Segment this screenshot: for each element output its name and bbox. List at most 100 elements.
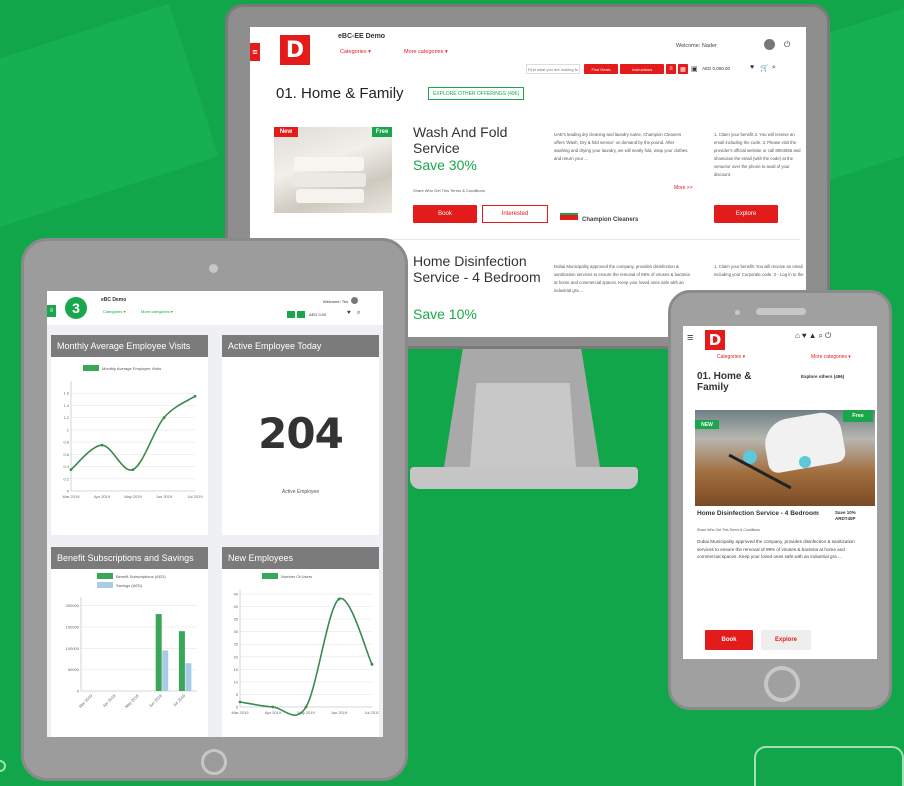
menu-toggle-button[interactable]: ≡ xyxy=(47,305,56,317)
explore-button[interactable]: Explore xyxy=(714,205,778,223)
interested-button[interactable]: Interested xyxy=(482,205,548,223)
provider-logo xyxy=(560,213,578,220)
phone-camera xyxy=(735,310,740,315)
y-tick-label: 0 xyxy=(77,689,80,694)
explore-others-link[interactable]: Explore others (496) xyxy=(801,374,844,379)
explore-offerings-button[interactable]: EXPLORE OTHER OFFERINGS (496) xyxy=(428,87,525,100)
filter-icon[interactable]: ≡ xyxy=(666,64,676,74)
y-tick-label: 20 xyxy=(234,654,239,659)
avatar[interactable] xyxy=(764,39,775,50)
tablet-header xyxy=(47,291,383,325)
categories-dropdown[interactable]: Categories ▾ xyxy=(340,49,371,55)
phone-home-button[interactable] xyxy=(764,666,800,702)
x-tick-label: Jul 2019 xyxy=(187,494,203,499)
y-tick-label: 1.4 xyxy=(63,403,69,408)
heart-icon[interactable]: ♥ xyxy=(347,310,351,316)
heart-icon[interactable]: ♥ xyxy=(750,64,754,71)
more-categories-dropdown[interactable]: More categories ▾ xyxy=(404,49,448,55)
offer-title[interactable]: Wash And Fold Service xyxy=(413,124,543,156)
free-badge: Free xyxy=(843,410,873,422)
instructions-button[interactable]: Instructions xyxy=(620,64,664,74)
offer-meta-links[interactable]: Share Who Get This Terms & Conditions xyxy=(413,188,485,193)
menu-toggle-button[interactable]: ≡ xyxy=(250,43,260,61)
x-tick-label: Jun 2019 xyxy=(331,710,348,715)
wallet-balance: AED 0.00 xyxy=(309,312,327,317)
app-title: eBC-EE Demo xyxy=(338,33,386,40)
visits-chart: Monthly Average Employee Visits 0 0.2 0.4 0.… xyxy=(63,365,203,499)
grid-icon[interactable]: ▦ xyxy=(678,64,688,74)
legend-swatch xyxy=(97,573,113,579)
bar xyxy=(185,663,192,691)
explore-button[interactable]: Explore xyxy=(761,630,811,650)
legend-swatch xyxy=(83,365,99,371)
data-point xyxy=(69,468,73,472)
y-tick-label: 45 xyxy=(234,592,239,597)
phone-speaker xyxy=(756,308,806,315)
visits-panel-title: Monthly Average Employee Visits xyxy=(51,335,208,357)
offer2-title[interactable]: Home Disinfection Service - 4 Bedroom xyxy=(413,253,543,285)
welcome-text: Welcome: Nader xyxy=(676,43,717,49)
y-tick-label: 40 xyxy=(234,604,239,609)
find-deals-button[interactable]: Find Deals xyxy=(584,64,618,74)
more-link[interactable]: More >> xyxy=(674,185,693,191)
data-point xyxy=(100,443,104,447)
book-button[interactable]: Book xyxy=(413,205,477,223)
x-tick-label: Apr 2019 xyxy=(94,494,111,499)
book-button[interactable]: Book xyxy=(705,630,753,650)
y-tick-label: 50000 xyxy=(68,667,80,672)
laundry-image xyxy=(274,127,392,213)
more-categories-dropdown[interactable]: More categories ▾ xyxy=(811,354,851,360)
disinfection-image xyxy=(695,410,875,506)
series-line xyxy=(70,395,196,471)
active-employee-panel: Active Employee Today 204 Active Employe… xyxy=(222,335,379,535)
categories-dropdown[interactable]: Categories ▾ xyxy=(103,309,125,314)
offer-title[interactable]: Home Disinfection Service - 4 Bedroom xyxy=(697,510,827,518)
brand-logo: D xyxy=(705,330,725,350)
categories-dropdown[interactable]: Categories ▾ xyxy=(717,354,745,360)
new-employees-chart: Number Of Users 0 5 10 15 20 25 30 35 40 45 Mar 201… xyxy=(232,573,379,716)
explore-button-label: Explore xyxy=(735,211,757,217)
avatar[interactable] xyxy=(351,297,358,304)
x-tick-label: Apr 2019 xyxy=(101,693,117,709)
y-tick-label: 1.2 xyxy=(63,415,69,420)
data-point xyxy=(238,700,242,704)
explore-button-label: Explore xyxy=(774,637,797,643)
benefit-panel: Benefit Subscriptions and Savings Benefi… xyxy=(51,547,208,737)
data-point xyxy=(337,597,341,601)
header-icons[interactable]: ⌂♥▲⌕⏻ xyxy=(795,331,833,341)
tablet-home-button[interactable] xyxy=(201,749,227,775)
search-icon[interactable]: ⌕ xyxy=(772,64,776,72)
cart-icon[interactable]: 🛒 xyxy=(760,64,769,72)
offer-meta-links[interactable]: Share Who Get This Terms & Conditions xyxy=(697,528,760,532)
y-tick-label: 1 xyxy=(67,427,70,432)
y-tick-label: 0.4 xyxy=(63,464,69,469)
search-input[interactable] xyxy=(526,64,580,74)
y-tick-label: 0 xyxy=(67,489,70,494)
monitor-stand-base xyxy=(410,467,638,489)
bar xyxy=(162,650,169,691)
legend-label: Benefit Subscriptions (AED) xyxy=(116,574,166,579)
new-employees-title: New Employees xyxy=(222,547,379,569)
legend-swatch xyxy=(262,573,278,579)
y-tick-label: 0.8 xyxy=(63,440,69,445)
x-tick-label: Mar 2019 xyxy=(232,710,250,715)
provider-name[interactable]: Champion Cleaners xyxy=(582,217,638,223)
wallet-icon: ▣ xyxy=(691,66,698,73)
more-categories-dropdown[interactable]: More categories ▾ xyxy=(141,309,173,314)
menu-icon[interactable]: ≡ xyxy=(687,332,693,344)
page-title: 01. Home & Family xyxy=(276,85,404,102)
offer2-description: Dubai Municipality approved the company,… xyxy=(554,264,690,293)
brand-logo: 3 xyxy=(65,297,87,319)
filter-icon[interactable] xyxy=(287,311,295,318)
grid-icon[interactable] xyxy=(297,311,305,318)
x-tick-label: Jun 2019 xyxy=(156,494,173,499)
x-tick-label: Apr 2019 xyxy=(265,710,282,715)
tablet-device: ≡ 3 eBC Demo Categories ▾ More categorie… xyxy=(21,238,408,781)
search-icon[interactable]: ⌕ xyxy=(357,310,360,317)
y-tick-label: 200000 xyxy=(66,603,80,608)
legend-label: Monthly Average Employee Visits xyxy=(102,366,161,371)
app-title: eBC Demo xyxy=(101,297,127,303)
x-tick-label: Mar 2019 xyxy=(78,693,94,709)
offer-how-to: 1. Claim your benefit 2. You will receiv… xyxy=(714,132,801,177)
power-icon[interactable]: ⏻ xyxy=(784,40,790,50)
